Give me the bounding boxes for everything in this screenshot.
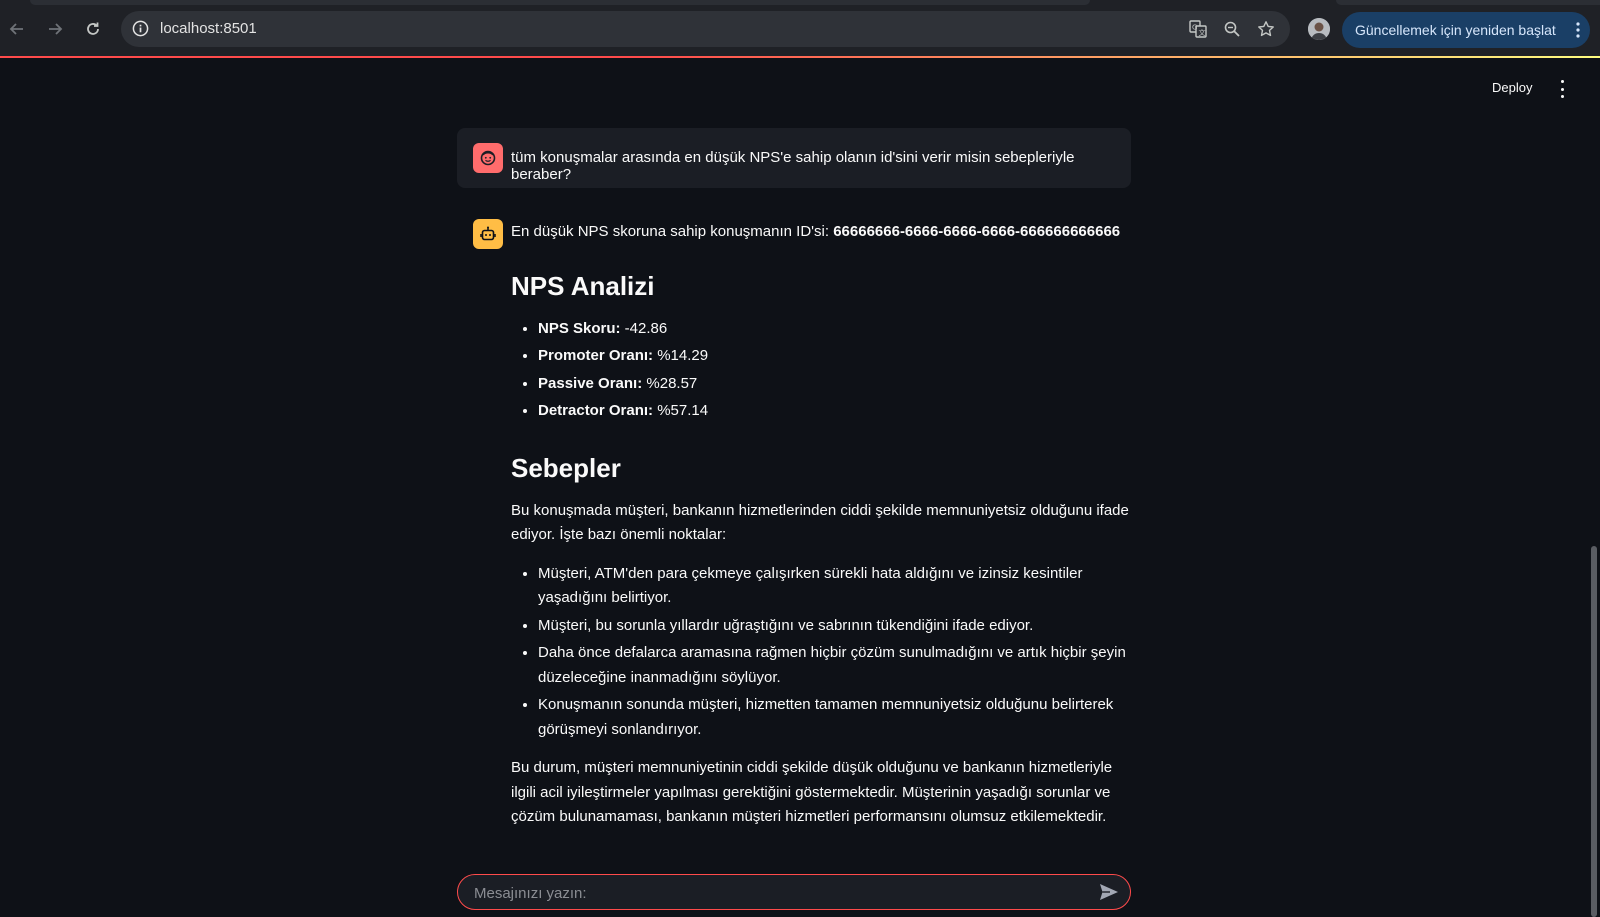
- conclusion-paragraph: Bu durum, müşteri memnuniyetinin ciddi ş…: [511, 759, 1113, 825]
- info-icon: [132, 20, 148, 36]
- list-item: Passive Oranı: %28.57: [538, 372, 1133, 397]
- user-message-text: tüm konuşmalar arasında en düşük NPS'e s…: [511, 149, 1075, 183]
- relaunch-update-button[interactable]: Güncellemek için yeniden başlat: [1342, 12, 1590, 48]
- reasons-intro: Bu konuşmada müşteri, bankanın hizmetler…: [511, 501, 1129, 544]
- reasons-heading: Sebepler: [511, 452, 621, 483]
- metric-value: -42.86: [620, 319, 668, 337]
- address-bar[interactable]: localhost:8501 G 文: [121, 11, 1290, 47]
- star-icon: [1258, 21, 1274, 37]
- assistant-avatar: [473, 219, 503, 249]
- translate-icon: G 文: [1189, 20, 1207, 38]
- user-face-icon: [480, 150, 496, 166]
- forward-button[interactable]: [42, 16, 68, 42]
- tab-strip: [30, 0, 1090, 5]
- tab-strip-right: [1336, 0, 1600, 5]
- user-chat-message: tüm konuşmalar arasında en düşük NPS'e s…: [457, 128, 1131, 188]
- url-text[interactable]: localhost:8501: [160, 20, 257, 37]
- list-item: Müşteri, ATM'den para çekmeye çalışırken…: [538, 562, 1133, 611]
- send-button[interactable]: [1098, 882, 1120, 902]
- site-info-button[interactable]: [131, 19, 149, 37]
- bookmark-button[interactable]: [1255, 18, 1277, 40]
- arrow-right-icon: [49, 23, 63, 35]
- profile-avatar[interactable]: [1308, 18, 1330, 40]
- list-item: Konuşmanın sonunda müşteri, hizmetten ta…: [538, 693, 1133, 742]
- metric-value: %57.14: [653, 402, 709, 419]
- assistant-intro: En düşük NPS skoruna sahip konuşmanın ID…: [511, 220, 1133, 245]
- chat-input-container: [457, 874, 1131, 911]
- metric-label: Detractor Oranı:: [538, 402, 654, 419]
- chat-input[interactable]: [472, 875, 1076, 911]
- browser-toolbar: localhost:8501 G 文 Güncellemek için yeni…: [0, 0, 1600, 57]
- list-item: NPS Skoru: -42.86: [538, 317, 1133, 342]
- metric-label: Passive Oranı:: [538, 374, 643, 392]
- send-icon: [1100, 884, 1118, 900]
- intro-prefix: En düşük NPS skoruna sahip konuşmanın ID…: [511, 223, 834, 240]
- reload-button[interactable]: [80, 16, 106, 42]
- deploy-button[interactable]: Deploy: [1492, 80, 1532, 95]
- zoom-icon: [1224, 21, 1240, 37]
- menu-dot: [1560, 87, 1564, 91]
- nps-metrics-list: NPS Skoru: -42.86 Promoter Oranı: %14.29…: [511, 317, 1133, 424]
- svg-text:文: 文: [1199, 28, 1206, 37]
- arrow-left-icon: [9, 23, 23, 35]
- menu-dot: [1560, 95, 1564, 98]
- page-scrollbar-thumb[interactable]: [1591, 546, 1597, 917]
- app-top-decoration: [0, 56, 1600, 58]
- reasons-list: Müşteri, ATM'den para çekmeye çalışırken…: [511, 562, 1133, 743]
- nps-analysis-heading: NPS Analizi: [511, 270, 655, 301]
- svg-text:G: G: [1192, 24, 1197, 32]
- list-item: Daha önce defalarca aramasına rağmen hiç…: [538, 641, 1133, 690]
- metric-label: Promoter Oranı:: [538, 347, 654, 364]
- reload-icon: [87, 22, 99, 35]
- assistant-chat-message: En düşük NPS skoruna sahip konuşmanın ID…: [511, 219, 1133, 830]
- list-item: Detractor Oranı: %57.14: [538, 399, 1133, 424]
- menu-dot: [1560, 80, 1564, 83]
- back-button[interactable]: [4, 16, 30, 42]
- user-avatar: [473, 143, 503, 173]
- translate-button[interactable]: G 文: [1187, 18, 1209, 40]
- zoom-button[interactable]: [1221, 18, 1243, 40]
- metric-value: %14.29: [653, 347, 709, 364]
- list-item: Müşteri, bu sorunla yıllardır uğraştığın…: [538, 614, 1133, 639]
- conversation-id: 66666666-6666-6666-6666-666666666666: [833, 223, 1121, 240]
- main-menu-button[interactable]: [1558, 80, 1566, 98]
- list-item: Promoter Oranı: %14.29: [538, 344, 1133, 369]
- more-vertical-icon: [1576, 22, 1580, 38]
- robot-icon: [480, 226, 496, 241]
- relaunch-update-label: Güncellemek için yeniden başlat: [1355, 22, 1556, 38]
- metric-label: NPS Skoru:: [538, 319, 621, 337]
- metric-value: %28.57: [642, 374, 698, 392]
- profile-icon: [1308, 18, 1330, 40]
